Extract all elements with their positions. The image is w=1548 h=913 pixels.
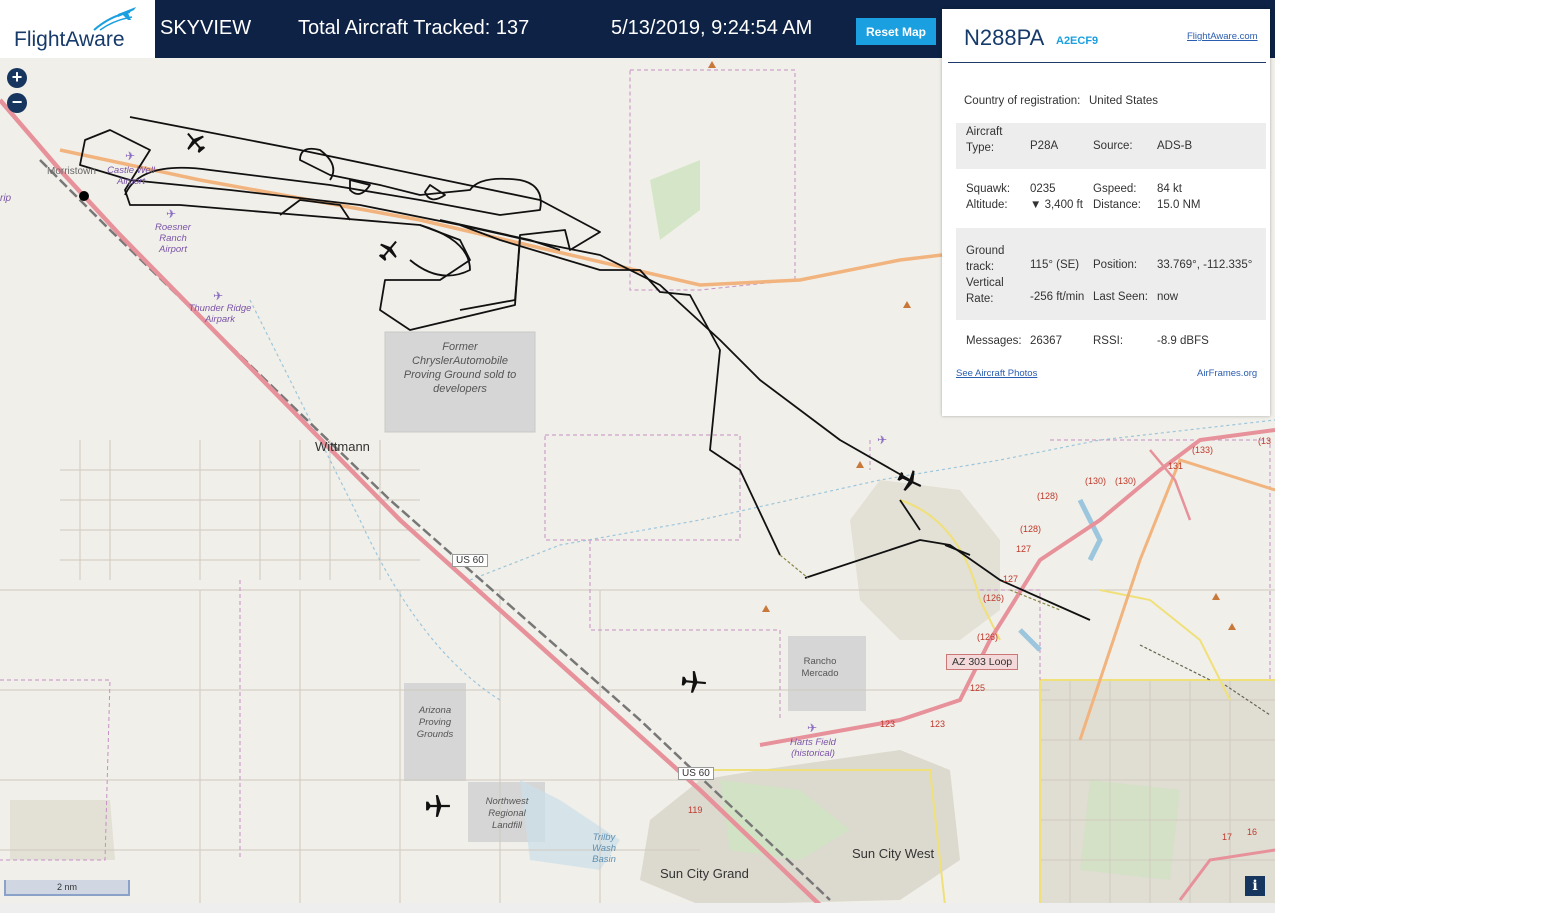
feature-label: Former ChryslerAutomobile Proving Ground… (403, 341, 517, 395)
aircraft-icon[interactable] (183, 130, 207, 154)
aircraft-photos-link[interactable]: See Aircraft Photos (956, 368, 1037, 379)
zoom-out-button[interactable]: − (7, 93, 27, 113)
aircraft-registration: N288PA (964, 25, 1045, 50)
altitude-label: Altitude: (966, 199, 1008, 211)
rssi-value: -8.9 dBFS (1157, 335, 1209, 347)
route-number: (128) (1020, 524, 1042, 534)
altitude-value: ▼ 3,400 ft (1030, 199, 1083, 211)
feature-label: Northwest Regional Landfill (485, 796, 529, 831)
route-number: 119 (688, 805, 703, 815)
scale-bar: 2 nm (4, 880, 130, 896)
route-number: 125 (970, 683, 986, 693)
distance-label: Distance: (1093, 199, 1141, 211)
feature-label: Trilby Wash Basin (591, 832, 617, 865)
squawk-value: 0235 (1030, 183, 1056, 195)
flightaware-logo[interactable]: FlightAware (0, 0, 155, 58)
reset-map-button[interactable]: Reset Map (856, 18, 936, 45)
road-shield: US 60 (452, 554, 488, 567)
route-number: (133) (1192, 445, 1214, 455)
aircraft-type-label: Aircraft Type: (966, 126, 1003, 154)
zoom-in-button[interactable]: + (7, 68, 27, 88)
aircraft-icon[interactable] (425, 793, 451, 819)
svg-text:✈: ✈ (877, 433, 887, 447)
route-number: 123 (880, 719, 896, 729)
route-number: (13 (1258, 436, 1272, 446)
vertical-rate-label: Vertical Rate: (966, 277, 1004, 305)
airport-label: Castle Well Airport (107, 165, 155, 187)
aircraft-count: Total Aircraft Tracked: 137 (298, 17, 530, 39)
source-label: Source: (1093, 140, 1133, 152)
airport-label: Thunder Ridge Airpark (188, 303, 252, 325)
logo-text: FlightAware (14, 28, 125, 51)
messages-label: Messages: (966, 335, 1022, 347)
route-number: 17 (1222, 832, 1233, 842)
airport-label: Harts Field (historical) (790, 737, 836, 759)
distance-value: 15.0 NM (1157, 199, 1201, 211)
route-number: (130) (1085, 476, 1107, 486)
squawk-label: Squawk: (966, 183, 1011, 195)
place-label: Morristown (47, 166, 96, 177)
panel-divider (948, 62, 1266, 63)
airframes-link[interactable]: AirFrames.org (1197, 368, 1257, 379)
app-name: SKYVIEW (160, 17, 252, 39)
ground-track-label: Ground track: (966, 245, 1005, 273)
aircraft-info-panel: N288PA A2ECF9 FlightAware.com Country of… (942, 9, 1270, 416)
info-button[interactable]: i (1245, 876, 1265, 896)
gspeed-value: 84 kt (1157, 183, 1182, 195)
route-number: 127 (1016, 544, 1032, 554)
route-number: (128) (1037, 491, 1059, 501)
route-number: 16 (1247, 827, 1258, 837)
svg-text:✈: ✈ (125, 149, 135, 163)
place-label: Sun City West (852, 846, 935, 861)
route-number: (126) (977, 632, 999, 642)
svg-text:✈: ✈ (166, 207, 176, 221)
country-value: United States (1089, 95, 1159, 107)
aircraft-icon[interactable] (377, 238, 401, 262)
aircraft-hex-code: A2ECF9 (1056, 35, 1099, 47)
aircraft-icon[interactable] (681, 669, 707, 695)
position-value: 33.769°, -112.335° (1157, 259, 1253, 271)
source-value: ADS-B (1157, 140, 1193, 152)
last-seen-label: Last Seen: (1093, 291, 1148, 303)
aircraft-type-value: P28A (1030, 140, 1059, 152)
vertical-rate-value: -256 ft/min (1030, 291, 1085, 303)
road-shield: AZ 303 Loop (946, 654, 1019, 670)
skyview-app: FlightAware SKYVIEW Total Aircraft Track… (0, 0, 1275, 913)
horizontal-scrollbar[interactable] (0, 903, 1275, 913)
place-label: rip (0, 193, 12, 204)
road-shield: US 60 (678, 767, 714, 780)
svg-text:✈: ✈ (807, 721, 817, 735)
position-label: Position: (1093, 259, 1138, 271)
route-number: 123 (930, 719, 946, 729)
selected-aircraft-icon[interactable] (897, 468, 923, 494)
current-datetime: 5/13/2019, 9:24:54 AM (611, 17, 813, 39)
country-label: Country of registration: (964, 95, 1081, 107)
svg-text:✈: ✈ (213, 289, 223, 303)
place-label: Wittmann (315, 439, 370, 454)
airport-label: Roesner Ranch Airport (155, 222, 191, 255)
gspeed-label: Gspeed: (1093, 183, 1137, 195)
route-number: (126) (983, 593, 1005, 603)
rssi-label: RSSI: (1093, 335, 1124, 347)
messages-value: 26367 (1030, 335, 1062, 347)
route-number: (130) (1115, 476, 1137, 486)
route-number: 131 (1168, 461, 1184, 471)
place-label: Sun City Grand (660, 866, 749, 881)
flightaware-link[interactable]: FlightAware.com (1187, 31, 1258, 42)
route-number: 127 (1003, 574, 1019, 584)
feature-label: Arizona Proving Grounds (416, 705, 454, 740)
ground-track-value: 115° (SE) (1030, 259, 1080, 271)
feature-label: Rancho Mercado (801, 656, 839, 679)
last-seen-value: now (1157, 291, 1179, 303)
